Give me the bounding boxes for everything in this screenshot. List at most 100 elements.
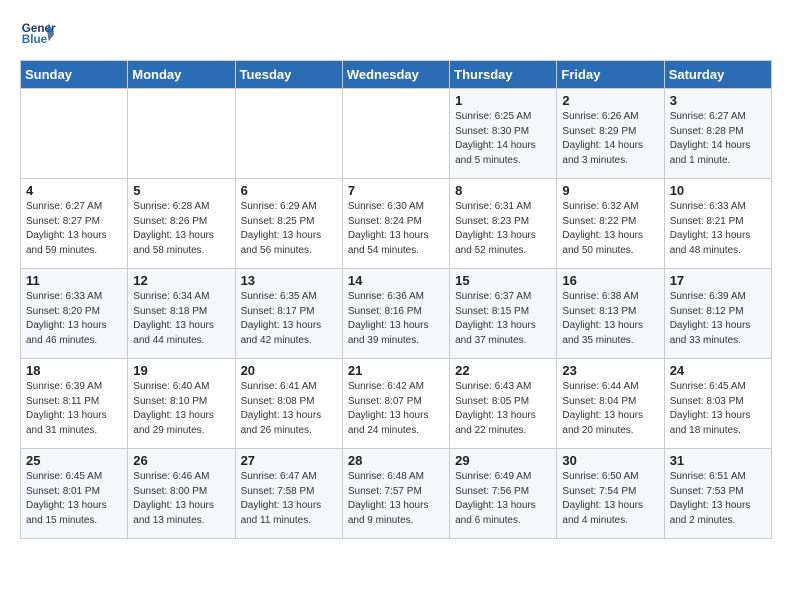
svg-text:Blue: Blue	[22, 33, 48, 46]
day-number: 6	[241, 183, 337, 198]
day-cell: 26 Sunrise: 6:46 AMSunset: 8:00 PMDayligh…	[128, 449, 235, 539]
day-number: 12	[133, 273, 229, 288]
day-cell	[128, 89, 235, 179]
day-info: Sunrise: 6:45 AMSunset: 8:01 PMDaylight:…	[26, 470, 122, 528]
day-info: Sunrise: 6:29 AMSunset: 8:25 PMDaylight:…	[241, 200, 337, 258]
day-cell: 8 Sunrise: 6:31 AMSunset: 8:23 PMDaylight…	[450, 179, 557, 269]
day-cell: 4 Sunrise: 6:27 AMSunset: 8:27 PMDaylight…	[21, 179, 128, 269]
col-header-sunday: Sunday	[21, 61, 128, 89]
day-number: 10	[670, 183, 766, 198]
col-header-wednesday: Wednesday	[342, 61, 449, 89]
day-number: 26	[133, 453, 229, 468]
day-cell: 25 Sunrise: 6:45 AMSunset: 8:01 PMDayligh…	[21, 449, 128, 539]
day-number: 23	[562, 363, 658, 378]
day-cell: 27Sunrise: 6:47 AMSunset: 7:58 PMDayligh…	[235, 449, 342, 539]
day-info: Sunrise: 6:48 AMSunset: 7:57 PMDaylight:…	[348, 470, 444, 528]
day-info: Sunrise: 6:33 AMSunset: 8:20 PMDaylight:…	[26, 290, 122, 348]
day-cell: 12 Sunrise: 6:34 AMSunset: 8:18 PMDayligh…	[128, 269, 235, 359]
day-cell: 3 Sunrise: 6:27 AMSunset: 8:28 PMDaylight…	[664, 89, 771, 179]
calendar-header-row: SundayMondayTuesdayWednesdayThursdayFrid…	[21, 61, 772, 89]
day-cell: 31 Sunrise: 6:51 AMSunset: 7:53 PMDayligh…	[664, 449, 771, 539]
day-number: 15	[455, 273, 551, 288]
day-info: Sunrise: 6:39 AMSunset: 8:12 PMDaylight:…	[670, 290, 766, 348]
day-number: 8	[455, 183, 551, 198]
day-info: Sunrise: 6:46 AMSunset: 8:00 PMDaylight:…	[133, 470, 229, 528]
day-number: 5	[133, 183, 229, 198]
day-info: Sunrise: 6:38 AMSunset: 8:13 PMDaylight:…	[562, 290, 658, 348]
day-number: 21	[348, 363, 444, 378]
day-info: Sunrise: 6:25 AMSunset: 8:30 PMDaylight:…	[455, 110, 551, 168]
day-cell: 24Sunrise: 6:45 AMSunset: 8:03 PMDayligh…	[664, 359, 771, 449]
day-info: Sunrise: 6:31 AMSunset: 8:23 PMDaylight:…	[455, 200, 551, 258]
day-info: Sunrise: 6:50 AMSunset: 7:54 PMDaylight:…	[562, 470, 658, 528]
day-cell: 11 Sunrise: 6:33 AMSunset: 8:20 PMDayligh…	[21, 269, 128, 359]
day-info: Sunrise: 6:51 AMSunset: 7:53 PMDaylight:…	[670, 470, 766, 528]
day-number: 20	[241, 363, 337, 378]
day-cell: 28Sunrise: 6:48 AMSunset: 7:57 PMDayligh…	[342, 449, 449, 539]
day-number: 24	[670, 363, 766, 378]
day-cell: 6 Sunrise: 6:29 AMSunset: 8:25 PMDaylight…	[235, 179, 342, 269]
day-info: Sunrise: 6:44 AMSunset: 8:04 PMDaylight:…	[562, 380, 658, 438]
day-info: Sunrise: 6:36 AMSunset: 8:16 PMDaylight:…	[348, 290, 444, 348]
day-cell: 1 Sunrise: 6:25 AMSunset: 8:30 PMDaylight…	[450, 89, 557, 179]
calendar-table: SundayMondayTuesdayWednesdayThursdayFrid…	[20, 60, 772, 539]
day-cell: 14 Sunrise: 6:36 AMSunset: 8:16 PMDayligh…	[342, 269, 449, 359]
day-info: Sunrise: 6:42 AMSunset: 8:07 PMDaylight:…	[348, 380, 444, 438]
day-info: Sunrise: 6:39 AMSunset: 8:11 PMDaylight:…	[26, 380, 122, 438]
day-number: 16	[562, 273, 658, 288]
day-number: 3	[670, 93, 766, 108]
day-cell: 17 Sunrise: 6:39 AMSunset: 8:12 PMDayligh…	[664, 269, 771, 359]
logo-icon: General Blue	[20, 16, 56, 52]
day-number: 1	[455, 93, 551, 108]
day-info: Sunrise: 6:43 AMSunset: 8:05 PMDaylight:…	[455, 380, 551, 438]
day-number: 19	[133, 363, 229, 378]
day-cell: 2 Sunrise: 6:26 AMSunset: 8:29 PMDaylight…	[557, 89, 664, 179]
day-number: 22	[455, 363, 551, 378]
day-cell: 9Sunrise: 6:32 AMSunset: 8:22 PMDaylight…	[557, 179, 664, 269]
day-cell: 22 Sunrise: 6:43 AMSunset: 8:05 PMDayligh…	[450, 359, 557, 449]
col-header-tuesday: Tuesday	[235, 61, 342, 89]
day-number: 14	[348, 273, 444, 288]
day-info: Sunrise: 6:34 AMSunset: 8:18 PMDaylight:…	[133, 290, 229, 348]
day-number: 29	[455, 453, 551, 468]
day-info: Sunrise: 6:28 AMSunset: 8:26 PMDaylight:…	[133, 200, 229, 258]
day-number: 31	[670, 453, 766, 468]
day-info: Sunrise: 6:30 AMSunset: 8:24 PMDaylight:…	[348, 200, 444, 258]
day-number: 2	[562, 93, 658, 108]
day-number: 17	[670, 273, 766, 288]
day-cell	[342, 89, 449, 179]
day-number: 11	[26, 273, 122, 288]
day-cell: 23 Sunrise: 6:44 AMSunset: 8:04 PMDayligh…	[557, 359, 664, 449]
day-cell: 5 Sunrise: 6:28 AMSunset: 8:26 PMDaylight…	[128, 179, 235, 269]
day-cell	[235, 89, 342, 179]
day-number: 30	[562, 453, 658, 468]
day-info: Sunrise: 6:27 AMSunset: 8:27 PMDaylight:…	[26, 200, 122, 258]
day-cell: 13Sunrise: 6:35 AMSunset: 8:17 PMDayligh…	[235, 269, 342, 359]
day-cell: 18 Sunrise: 6:39 AMSunset: 8:11 PMDayligh…	[21, 359, 128, 449]
week-row-4: 18 Sunrise: 6:39 AMSunset: 8:11 PMDayligh…	[21, 359, 772, 449]
day-number: 13	[241, 273, 337, 288]
day-info: Sunrise: 6:37 AMSunset: 8:15 PMDaylight:…	[455, 290, 551, 348]
day-cell: 29 Sunrise: 6:49 AMSunset: 7:56 PMDayligh…	[450, 449, 557, 539]
day-number: 4	[26, 183, 122, 198]
day-number: 27	[241, 453, 337, 468]
col-header-saturday: Saturday	[664, 61, 771, 89]
day-number: 25	[26, 453, 122, 468]
day-cell	[21, 89, 128, 179]
day-cell: 10Sunrise: 6:33 AMSunset: 8:21 PMDayligh…	[664, 179, 771, 269]
day-number: 7	[348, 183, 444, 198]
day-cell: 30 Sunrise: 6:50 AMSunset: 7:54 PMDayligh…	[557, 449, 664, 539]
day-number: 18	[26, 363, 122, 378]
col-header-monday: Monday	[128, 61, 235, 89]
week-row-1: 1 Sunrise: 6:25 AMSunset: 8:30 PMDaylight…	[21, 89, 772, 179]
day-info: Sunrise: 6:41 AMSunset: 8:08 PMDaylight:…	[241, 380, 337, 438]
day-cell: 21 Sunrise: 6:42 AMSunset: 8:07 PMDayligh…	[342, 359, 449, 449]
day-info: Sunrise: 6:26 AMSunset: 8:29 PMDaylight:…	[562, 110, 658, 168]
page-header: General Blue	[20, 16, 772, 52]
day-cell: 16 Sunrise: 6:38 AMSunset: 8:13 PMDayligh…	[557, 269, 664, 359]
day-info: Sunrise: 6:49 AMSunset: 7:56 PMDaylight:…	[455, 470, 551, 528]
day-info: Sunrise: 6:27 AMSunset: 8:28 PMDaylight:…	[670, 110, 766, 168]
day-info: Sunrise: 6:32 AMSunset: 8:22 PMDaylight:…	[562, 200, 658, 258]
week-row-3: 11 Sunrise: 6:33 AMSunset: 8:20 PMDayligh…	[21, 269, 772, 359]
day-info: Sunrise: 6:40 AMSunset: 8:10 PMDaylight:…	[133, 380, 229, 438]
